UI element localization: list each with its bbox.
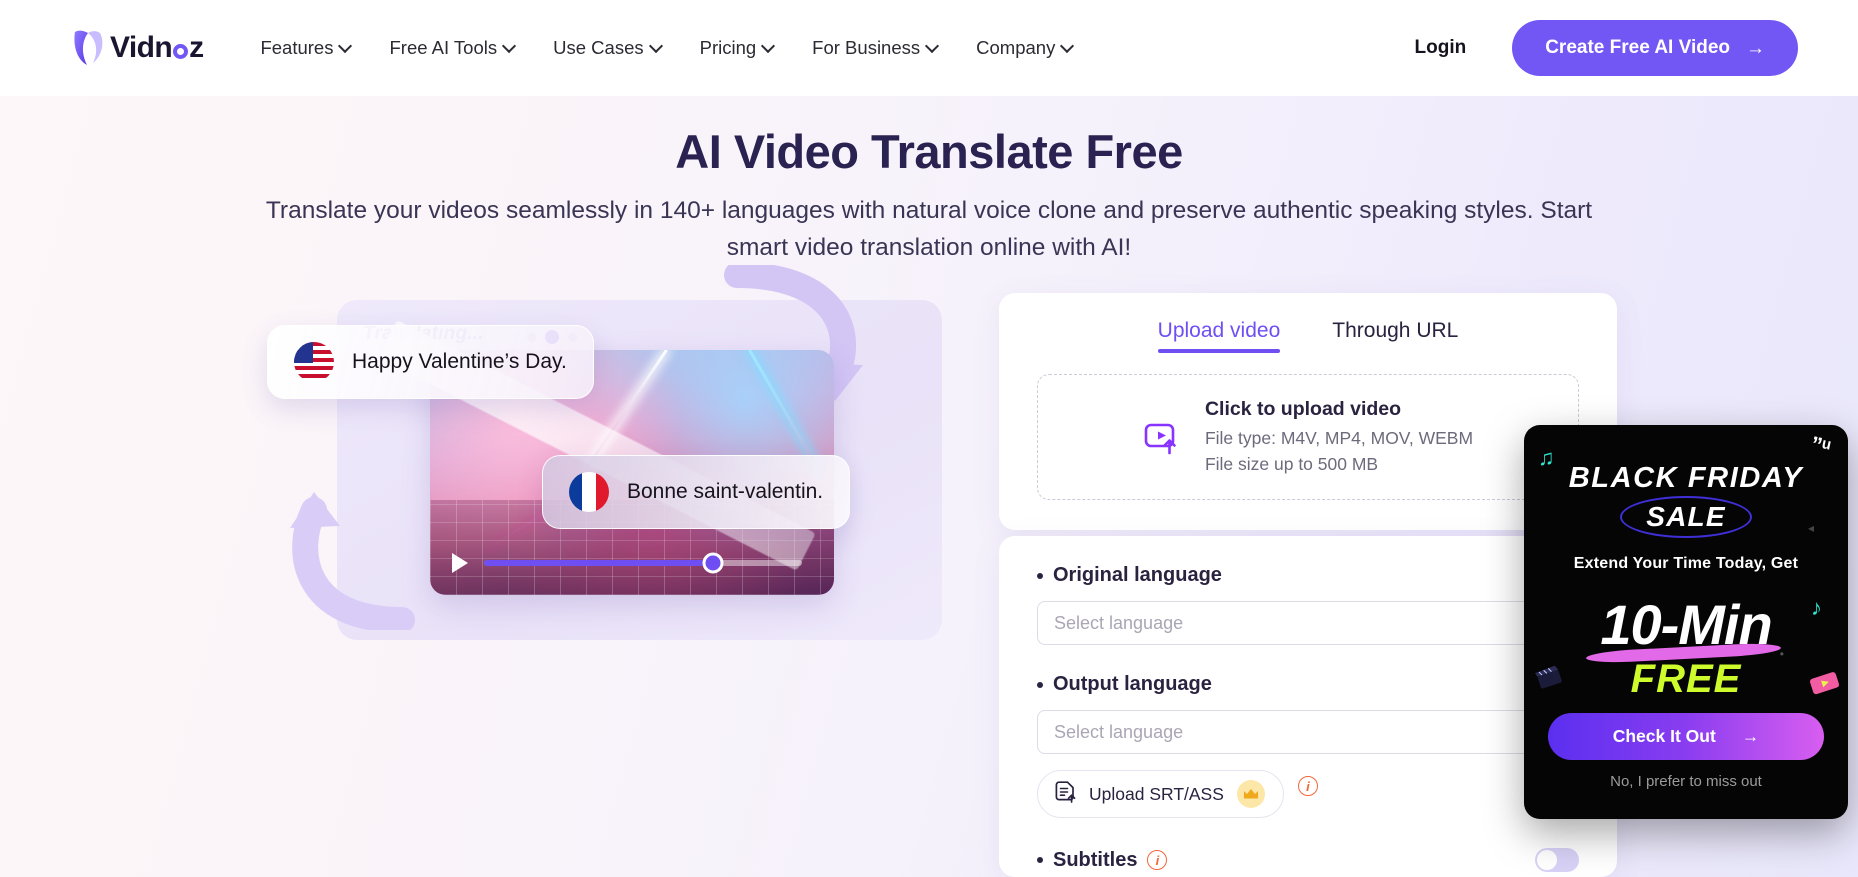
translation-illustration: Translating... Happy Valentine’s Day. Bo… — [267, 265, 942, 640]
nav-label: Free AI Tools — [389, 37, 498, 58]
vidnoz-logo-icon — [72, 29, 106, 67]
video-controls — [452, 552, 802, 574]
source-caption-bubble: Happy Valentine’s Day. — [267, 325, 594, 399]
site-header: Vidn z Features Free AI Tools Use Cases P… — [0, 0, 1858, 96]
video-upload-icon — [1143, 417, 1183, 457]
nav-label: For Business — [812, 37, 921, 58]
target-caption-bubble: Bonne saint-valentin. — [542, 455, 851, 529]
us-flag-icon — [294, 342, 334, 382]
promo-free-text: FREE — [1630, 657, 1742, 701]
output-language-placeholder: Select language — [1054, 721, 1184, 742]
promo-cta-label: Check It Out — [1612, 726, 1716, 746]
source-caption-text: Happy Valentine’s Day. — [352, 350, 567, 373]
dropzone-text: Click to upload video File type: M4V, MP… — [1205, 398, 1473, 477]
tab-upload-video[interactable]: Upload video — [1157, 319, 1280, 353]
subtitles-info-icon[interactable]: i — [1147, 850, 1168, 870]
promo-subtitle: Extend Your Time Today, Get — [1573, 555, 1799, 572]
play-icon[interactable] — [452, 553, 468, 573]
brand-logo[interactable]: Vidn z — [72, 29, 204, 67]
create-free-ai-video-button[interactable]: Create Free AI Video → — [1512, 20, 1798, 76]
promo-dismiss-link[interactable]: No, I prefer to miss out — [1524, 773, 1848, 790]
fr-flag-icon — [569, 472, 609, 512]
target-caption-text: Bonne saint-valentin. — [627, 480, 824, 503]
bullet-icon — [1037, 857, 1043, 863]
video-seek-bar[interactable] — [484, 552, 802, 574]
document-upload-icon — [1055, 780, 1076, 808]
nav-item-pricing[interactable]: Pricing — [681, 29, 794, 67]
nav-label: Features — [260, 37, 334, 58]
header-actions: Login Create Free AI Video → — [1391, 20, 1798, 76]
nav-item-free-ai-tools[interactable]: Free AI Tools — [370, 29, 534, 67]
promo-sale-badge: SALE — [1620, 496, 1753, 538]
original-language-select[interactable]: Select language — [1037, 601, 1579, 645]
page-title: AI Video Translate Free — [675, 125, 1183, 178]
page-subtitle: Translate your videos seamlessly in 140+… — [265, 197, 1593, 261]
arrow-right-icon: → — [1741, 726, 1760, 746]
nav-item-company[interactable]: Company — [957, 29, 1092, 67]
cta-label: Create Free AI Video — [1545, 37, 1730, 58]
nav-label: Use Cases — [553, 37, 644, 58]
nav-item-use-cases[interactable]: Use Cases — [534, 29, 680, 67]
chevron-down-icon — [340, 41, 351, 52]
black-friday-promo: ♫ ♪ ”ᵘ ◂ • BLACK FRIDAY SALE Extend Your… — [1524, 425, 1848, 819]
login-link[interactable]: Login — [1391, 27, 1491, 69]
subtitles-row: Subtitles i — [1037, 848, 1579, 872]
original-language-placeholder: Select language — [1054, 612, 1184, 633]
nav-item-for-business[interactable]: For Business — [793, 29, 957, 67]
chevron-down-icon — [927, 41, 938, 52]
promo-sale-wrapper: SALE — [1524, 496, 1848, 538]
nav-label: Company — [976, 37, 1056, 58]
chevron-down-icon — [763, 41, 774, 52]
srt-upload-row: Upload SRT/ASS i — [1037, 754, 1579, 818]
bullet-icon — [1037, 572, 1043, 579]
nav-item-features[interactable]: Features — [241, 29, 370, 67]
upload-srt-ass-button[interactable]: Upload SRT/ASS — [1037, 770, 1284, 818]
video-dropzone[interactable]: Click to upload video File type: M4V, MP… — [1037, 374, 1579, 500]
promo-check-it-out-button[interactable]: Check It Out → — [1548, 713, 1824, 760]
upload-srt-label: Upload SRT/ASS — [1089, 783, 1224, 804]
chevron-down-icon — [504, 41, 515, 52]
page-root: Vidn z Features Free AI Tools Use Cases P… — [0, 0, 1858, 877]
bullet-icon — [1037, 681, 1043, 688]
chevron-down-icon — [1062, 41, 1073, 52]
scribble-icon: ”ᵘ — [1808, 431, 1833, 460]
output-language-select[interactable]: Select language — [1037, 710, 1579, 754]
srt-info-icon[interactable]: i — [1297, 776, 1318, 796]
dropzone-file-size: File size up to 500 MB — [1204, 453, 1379, 474]
logo-o-icon — [173, 43, 189, 59]
seek-handle[interactable] — [702, 552, 724, 574]
subtitles-toggle[interactable] — [1535, 848, 1579, 872]
dropzone-file-type: File type: M4V, MP4, MOV, WEBM — [1204, 427, 1474, 448]
original-language-label: Original language — [1037, 564, 1579, 587]
main-nav: Features Free AI Tools Use Cases Pricing… — [241, 29, 1092, 67]
arrow-right-icon: → — [1746, 37, 1765, 59]
output-language-label: Output language — [1037, 673, 1579, 696]
upload-tabs: Upload video Through URL — [1037, 319, 1579, 353]
nav-label: Pricing — [699, 37, 757, 58]
dropzone-title: Click to upload video — [1204, 397, 1402, 420]
subtitles-label: Subtitles i — [1037, 849, 1168, 872]
promo-title: BLACK FRIDAY — [1568, 462, 1804, 494]
chevron-down-icon — [651, 41, 662, 52]
brand-name: Vidn z — [110, 31, 204, 64]
tab-through-url[interactable]: Through URL — [1332, 319, 1458, 353]
crown-icon — [1236, 780, 1265, 808]
